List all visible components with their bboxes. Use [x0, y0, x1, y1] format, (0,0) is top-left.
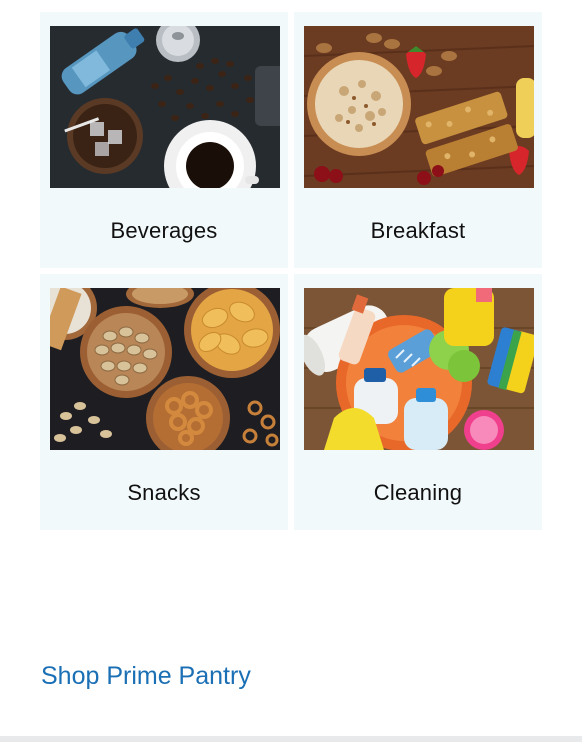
category-label-snacks: Snacks	[127, 480, 201, 505]
category-label-cleaning: Cleaning	[373, 480, 463, 505]
category-tile-cleaning[interactable]: Cleaning	[294, 274, 542, 530]
prime-pantry-page: Beverages Breakfast Snacks Cleaning Shop…	[0, 0, 582, 742]
category-tile-beverages[interactable]: Beverages	[40, 12, 288, 268]
category-tile-snacks[interactable]: Snacks	[40, 274, 288, 530]
breakfast-image	[304, 26, 534, 188]
category-label-breakfast: Breakfast	[370, 218, 466, 243]
category-label-beverages: Beverages	[110, 218, 218, 243]
cleaning-image	[304, 288, 534, 450]
bottom-divider	[0, 736, 582, 742]
snacks-image	[50, 288, 280, 450]
shop-prime-pantry-link[interactable]: Shop Prime Pantry	[41, 662, 251, 691]
category-tile-breakfast[interactable]: Breakfast	[294, 12, 542, 268]
beverages-image	[50, 26, 280, 188]
